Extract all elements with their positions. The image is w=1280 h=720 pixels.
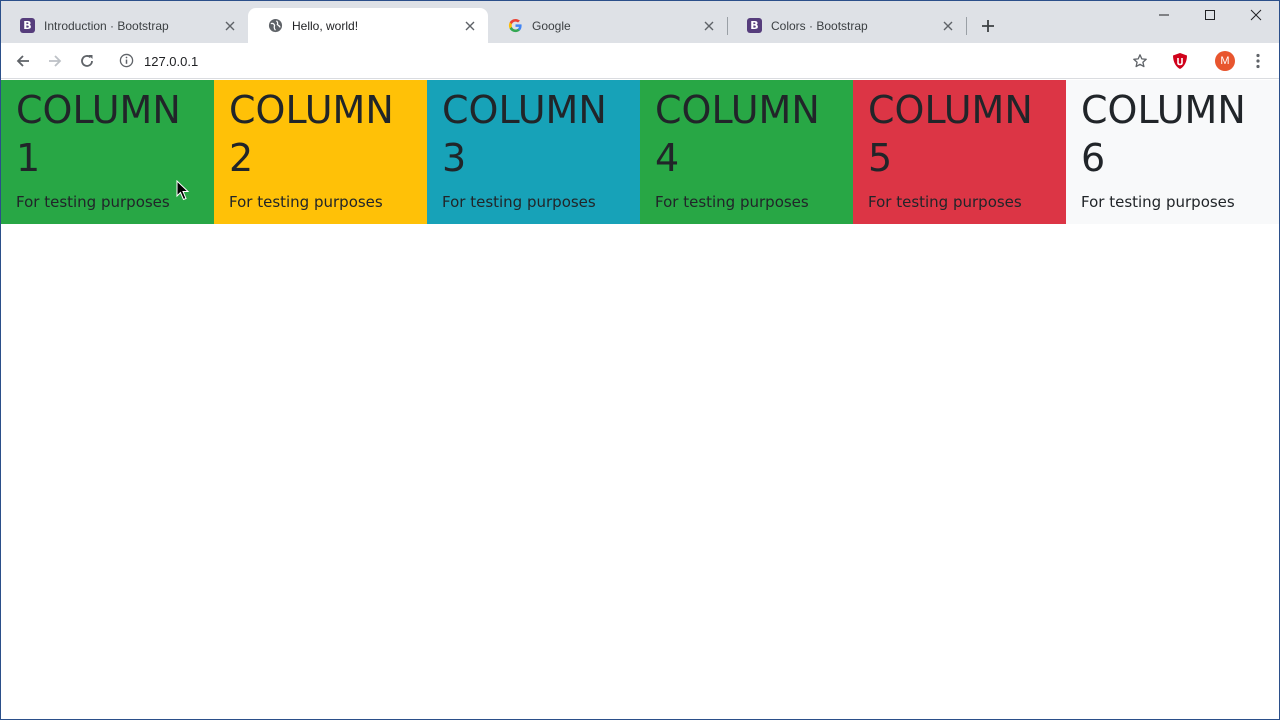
address-bar[interactable]: 127.0.0.1 — [110, 47, 1160, 75]
column-heading: COLUMN 3 — [442, 86, 625, 182]
column-text: For testing purposes — [655, 193, 809, 211]
plus-icon — [981, 19, 995, 33]
column-heading-word: COLUMN — [442, 88, 607, 132]
bootstrap-icon: B — [747, 18, 762, 33]
ublock-shield-icon — [1171, 52, 1189, 70]
column-text: For testing purposes — [16, 193, 170, 211]
star-icon — [1132, 53, 1148, 69]
browser-menu-button[interactable] — [1248, 51, 1268, 71]
close-icon — [1250, 9, 1262, 21]
column-heading-number: 3 — [442, 136, 467, 180]
close-icon[interactable] — [462, 18, 478, 34]
column-heading: COLUMN 2 — [229, 86, 412, 182]
column-heading-number: 5 — [868, 136, 893, 180]
reload-icon — [79, 53, 95, 69]
column-heading-word: COLUMN — [16, 88, 181, 132]
address-text: 127.0.0.1 — [144, 54, 199, 69]
bookmark-button[interactable] — [1130, 51, 1150, 71]
browser-toolbar: 127.0.0.1 — [0, 43, 1280, 79]
column-heading-word: COLUMN — [229, 88, 394, 132]
pointer-icon — [176, 180, 190, 201]
maximize-button[interactable] — [1200, 5, 1220, 25]
column-row: COLUMN 1 For testing purposes COLUMN 2 For… — [1, 80, 1279, 224]
column-1: COLUMN 1 For testing purposes — [1, 80, 214, 224]
column-text: For testing purposes — [229, 193, 383, 211]
column-heading-number: 2 — [229, 136, 254, 180]
window-close-button[interactable] — [1246, 5, 1266, 25]
close-icon[interactable] — [222, 18, 238, 34]
new-tab-button[interactable] — [978, 16, 998, 36]
mouse-cursor — [176, 180, 190, 201]
column-text: For testing purposes — [868, 193, 1022, 211]
column-2: COLUMN 2 For testing purposes — [214, 80, 427, 224]
tab-title: Colors · Bootstrap — [771, 18, 868, 33]
arrow-left-icon — [15, 53, 31, 69]
forward-button[interactable] — [45, 51, 65, 71]
minimize-icon — [1158, 9, 1170, 21]
column-heading-number: 6 — [1081, 136, 1106, 180]
tab-hello-world[interactable]: Hello, world! — [248, 8, 488, 43]
page-content: COLUMN 1 For testing purposes COLUMN 2 For… — [1, 80, 1279, 719]
column-heading: COLUMN 6 — [1081, 86, 1264, 182]
column-6: COLUMN 6 For testing purposes — [1066, 80, 1279, 224]
column-5: COLUMN 5 For testing purposes — [853, 80, 1066, 224]
profile-avatar[interactable]: M — [1215, 51, 1235, 71]
tab-introduction-bootstrap[interactable]: B Introduction · Bootstrap — [0, 8, 248, 43]
column-heading-number: 1 — [16, 136, 41, 180]
tab-title: Introduction · Bootstrap — [44, 18, 169, 33]
column-heading-number: 4 — [655, 136, 680, 180]
info-icon[interactable] — [119, 53, 134, 68]
reload-button[interactable] — [77, 51, 97, 71]
tab-colors-bootstrap[interactable]: B Colors · Bootstrap — [727, 8, 966, 43]
maximize-icon — [1204, 9, 1216, 21]
column-4: COLUMN 4 For testing purposes — [640, 80, 853, 224]
column-text: For testing purposes — [442, 193, 596, 211]
column-heading: COLUMN 1 — [16, 86, 199, 182]
bootstrap-icon: B — [20, 18, 35, 33]
column-heading: COLUMN 5 — [868, 86, 1051, 182]
extension-button[interactable] — [1170, 51, 1190, 71]
column-heading-word: COLUMN — [1081, 88, 1246, 132]
back-button[interactable] — [13, 51, 33, 71]
minimize-button[interactable] — [1154, 5, 1174, 25]
close-icon[interactable] — [701, 18, 717, 34]
tab-google[interactable]: Google — [488, 8, 727, 43]
column-heading-word: COLUMN — [868, 88, 1033, 132]
tab-strip: B Introduction · Bootstrap Hello, world!… — [0, 0, 1280, 43]
close-icon[interactable] — [940, 18, 956, 34]
column-heading-word: COLUMN — [655, 88, 820, 132]
tab-title: Google — [532, 18, 571, 33]
tab-separator — [966, 17, 967, 35]
tab-title: Hello, world! — [292, 18, 359, 33]
column-3: COLUMN 3 For testing purposes — [427, 80, 640, 224]
column-text: For testing purposes — [1081, 193, 1235, 211]
google-icon — [508, 18, 523, 33]
globe-icon — [268, 18, 283, 33]
column-heading: COLUMN 4 — [655, 86, 838, 182]
more-vertical-icon — [1256, 53, 1260, 69]
arrow-right-icon — [47, 53, 63, 69]
